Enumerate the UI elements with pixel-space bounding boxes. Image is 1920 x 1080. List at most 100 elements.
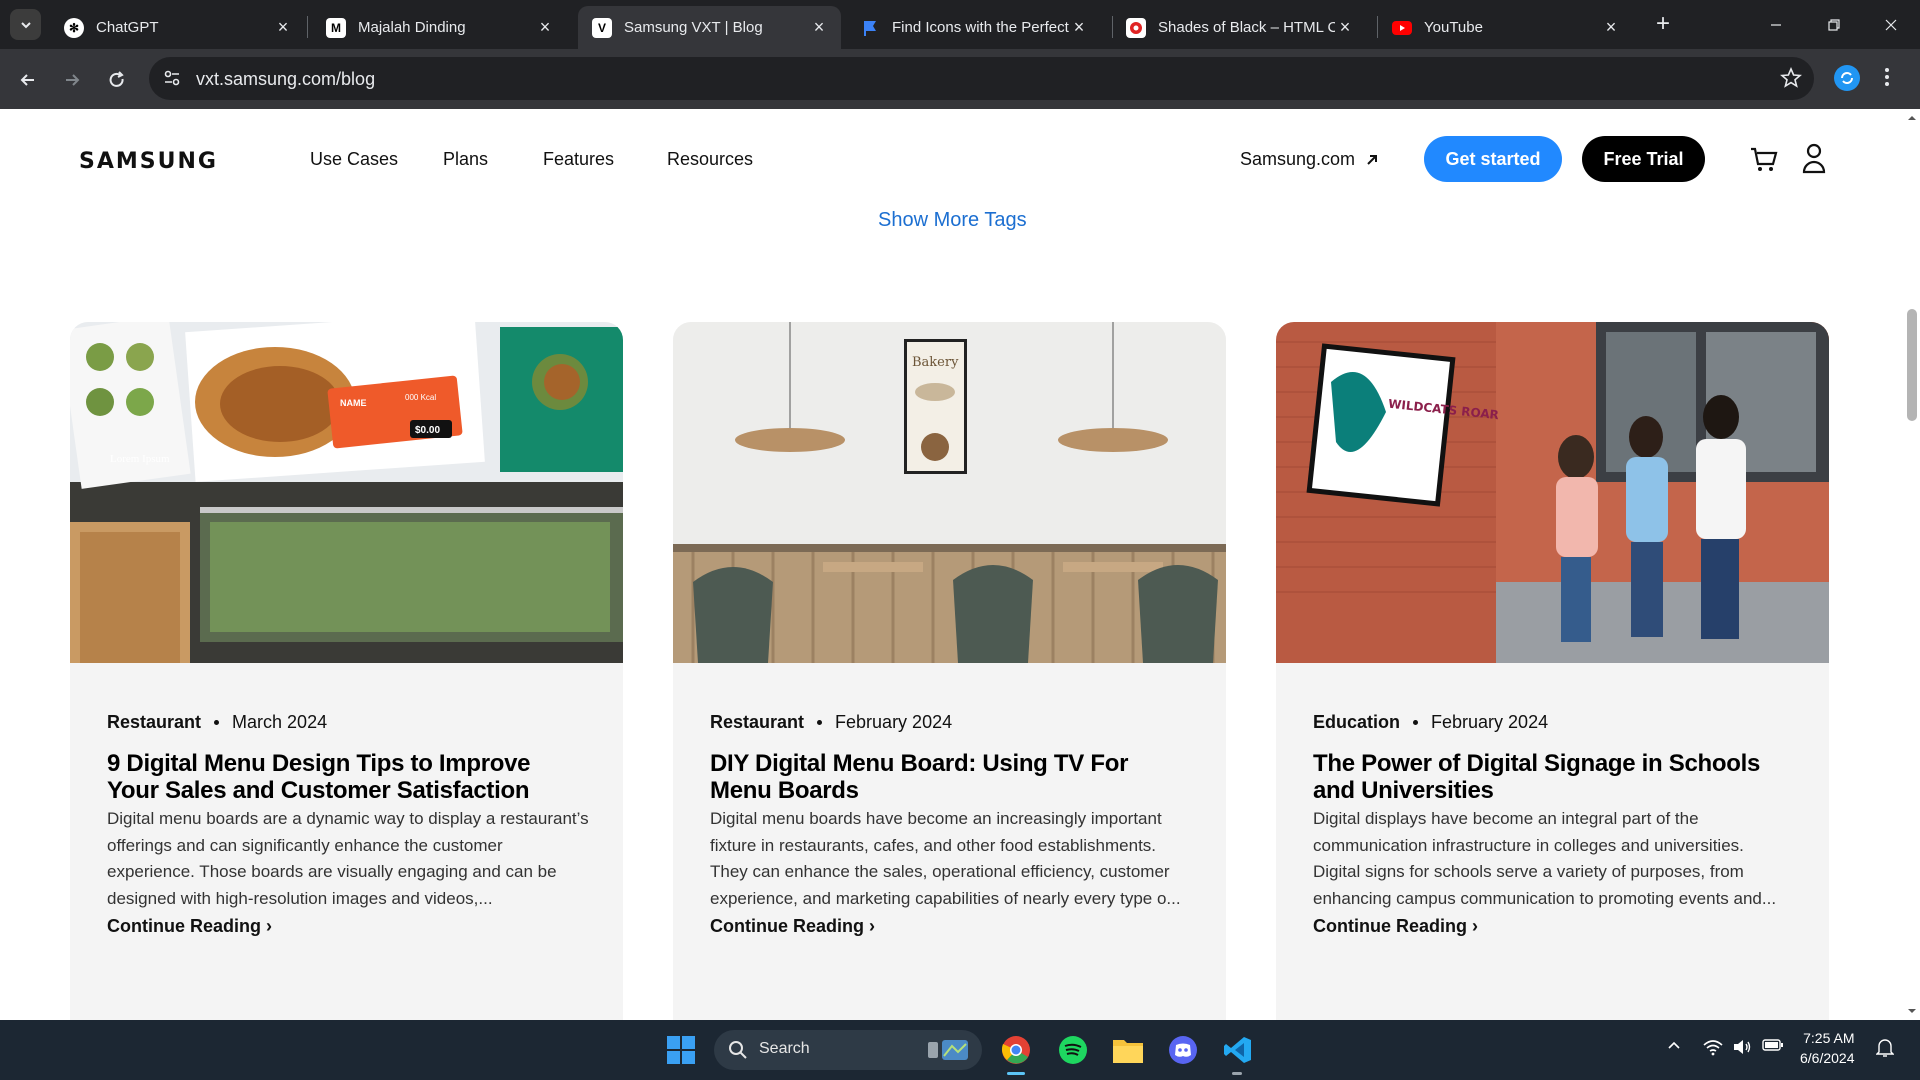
nav-use-cases[interactable]: Use Cases (310, 149, 398, 170)
tab-chatgpt[interactable]: ✻ ChatGPT × (50, 6, 305, 49)
reload-icon (109, 71, 124, 87)
cart-icon[interactable] (1749, 144, 1779, 179)
samsung-com-label: Samsung.com (1240, 149, 1356, 169)
tab-separator (307, 16, 308, 38)
samsung-logo[interactable]: SAMSUNG (79, 149, 218, 174)
youtube-icon (1392, 18, 1412, 38)
reload-button[interactable] (102, 65, 132, 95)
card-excerpt: Digital displays have become an integral… (1313, 809, 1777, 908)
card-excerpt: Digital menu boards are a dynamic way to… (107, 809, 589, 908)
wifi-icon[interactable] (1703, 1038, 1723, 1061)
file-explorer-icon[interactable] (1110, 1032, 1146, 1068)
tab-find-icons[interactable]: Find Icons with the Perfect × (846, 6, 1101, 49)
vscode-icon[interactable] (1220, 1032, 1256, 1068)
card-category[interactable]: Education (1313, 712, 1400, 733)
minimize-button[interactable] (1747, 0, 1805, 49)
flag-icon (860, 18, 880, 38)
taskbar-search-label: Search (759, 1040, 810, 1057)
tab-title: Find Icons with the Perfect (892, 19, 1069, 36)
user-account-icon[interactable] (1801, 142, 1827, 179)
system-clock[interactable]: 7:25 AM 6/6/2024 (1800, 1028, 1855, 1068)
show-more-tags-link[interactable]: Show More Tags (878, 209, 1027, 232)
blog-card[interactable]: WILDCATS ROAR Education February 2024 Th… (1276, 322, 1829, 1020)
close-icon[interactable]: × (535, 17, 555, 38)
card-category[interactable]: Restaurant (710, 712, 804, 733)
extension-icon[interactable] (1834, 65, 1860, 91)
browser-toolbar: vxt.samsung.com/blog (0, 49, 1920, 109)
arrow-left-icon (20, 74, 34, 86)
samsung-com-link[interactable]: Samsung.com (1240, 149, 1379, 170)
close-icon[interactable]: × (809, 17, 829, 38)
free-trial-button[interactable]: Free Trial (1582, 136, 1705, 182)
more-options-icon[interactable] (1884, 66, 1890, 93)
get-started-button[interactable]: Get started (1424, 136, 1562, 182)
tab-title: Shades of Black – HTML Co (1158, 19, 1335, 36)
search-icon (729, 1041, 747, 1059)
close-icon[interactable]: × (1335, 17, 1355, 38)
scroll-up-icon[interactable] (1907, 113, 1917, 123)
site-info-icon[interactable] (163, 69, 181, 92)
menu-name-text: NAME (340, 398, 367, 408)
close-icon[interactable]: × (1601, 17, 1621, 38)
card-title[interactable]: 9 Digital Menu Design Tips to Improve Yo… (107, 750, 587, 804)
continue-reading-link[interactable]: Continue Reading › (1313, 916, 1478, 937)
card-excerpt: Digital menu boards have become an incre… (710, 809, 1181, 908)
arrow-right-icon (66, 74, 80, 86)
scroll-thumb[interactable] (1907, 309, 1917, 421)
tab-samsung-vxt[interactable]: V Samsung VXT | Blog × (578, 6, 841, 49)
close-window-button[interactable] (1862, 0, 1920, 49)
tab-search-button[interactable] (10, 9, 41, 40)
nav-features[interactable]: Features (543, 149, 614, 170)
separator-dot (1413, 720, 1419, 725)
volume-icon[interactable] (1732, 1038, 1752, 1061)
forward-button[interactable] (57, 65, 87, 95)
scroll-down-icon[interactable] (1907, 1006, 1917, 1016)
close-icon[interactable]: × (273, 17, 293, 38)
blog-card[interactable]: NAME 000 Kcal $0.00 Lorem Ipsum Restaura… (70, 322, 623, 1020)
address-bar[interactable]: vxt.samsung.com/blog (149, 57, 1814, 100)
discord-icon[interactable] (1165, 1032, 1201, 1068)
close-icon[interactable]: × (1069, 17, 1089, 38)
chevron-up-icon[interactable] (1666, 1038, 1682, 1059)
web-page: SAMSUNG Use Cases Plans Features Resourc… (0, 109, 1920, 1020)
separator-dot (214, 720, 220, 725)
card-title[interactable]: The Power of Digital Signage in Schools … (1313, 750, 1793, 804)
card-category[interactable]: Restaurant (107, 712, 201, 733)
restore-icon (1828, 18, 1840, 31)
blog-card[interactable]: Bakery Restaurant February 2024 DIY Digi… (673, 322, 1226, 1020)
taskbar-search[interactable]: Search (714, 1030, 982, 1070)
notification-bell-icon[interactable] (1875, 1038, 1895, 1063)
tab-shades-of-black[interactable]: Shades of Black – HTML Co × (1112, 6, 1367, 49)
menu-kcal-text: 000 Kcal (405, 393, 436, 402)
windows-start-icon[interactable] (663, 1032, 699, 1068)
site-header: SAMSUNG Use Cases Plans Features Resourc… (0, 109, 1904, 209)
card-date: February 2024 (835, 712, 953, 732)
nav-resources[interactable]: Resources (667, 149, 753, 170)
bookmark-star-icon[interactable] (1780, 66, 1802, 94)
search-highlight-icon (928, 1040, 968, 1060)
nav-plans[interactable]: Plans (443, 149, 488, 170)
tab-title: YouTube (1424, 19, 1483, 36)
chrome-icon[interactable] (998, 1032, 1034, 1068)
page-scrollbar[interactable] (1904, 109, 1920, 1020)
windows-taskbar: Search 7:25 AM 6/6/2024 (0, 1020, 1920, 1080)
card-meta: Restaurant February 2024 (710, 712, 952, 733)
bakery-poster-title: Bakery (912, 355, 959, 370)
card-title[interactable]: DIY Digital Menu Board: Using TV For Men… (710, 750, 1190, 804)
spotify-icon[interactable] (1055, 1032, 1091, 1068)
card-image-bakery: Bakery (673, 322, 1226, 663)
back-button[interactable] (13, 65, 43, 95)
tab-majalah-dinding[interactable]: M Majalah Dinding × (312, 6, 567, 49)
restore-button[interactable] (1805, 0, 1863, 49)
active-app-indicator (1007, 1072, 1025, 1075)
battery-icon[interactable] (1762, 1038, 1784, 1057)
browser-tab-bar: ✻ ChatGPT × M Majalah Dinding × V Samsun… (0, 0, 1920, 49)
html-color-icon (1126, 17, 1146, 38)
tab-youtube[interactable]: YouTube × (1378, 6, 1633, 49)
continue-reading-link[interactable]: Continue Reading › (107, 916, 272, 937)
new-tab-button[interactable]: + (1650, 12, 1676, 38)
external-arrow-icon (1367, 154, 1378, 165)
continue-reading-link[interactable]: Continue Reading › (710, 916, 875, 937)
tab-title: Samsung VXT | Blog (624, 19, 763, 36)
separator-dot (817, 720, 823, 725)
